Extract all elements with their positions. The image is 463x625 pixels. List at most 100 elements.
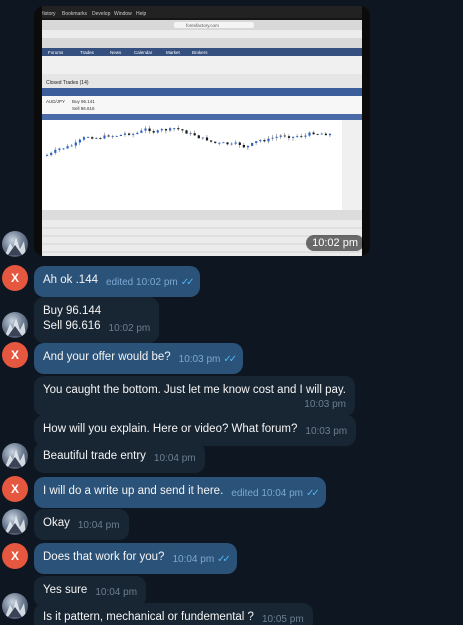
screen-menubar: History bbox=[40, 11, 56, 17]
candle-body bbox=[193, 133, 196, 136]
candle-body bbox=[271, 137, 274, 139]
candle-body bbox=[54, 149, 57, 153]
candle-body bbox=[123, 133, 127, 135]
candle-body bbox=[148, 128, 151, 132]
candle-body bbox=[251, 142, 254, 146]
message-time: 10:03 pm bbox=[304, 399, 346, 410]
candle-body bbox=[70, 145, 73, 147]
contact-avatar-initial[interactable]: X bbox=[2, 342, 28, 368]
svg-text:Bookmarks: Bookmarks bbox=[62, 11, 88, 17]
candle-body bbox=[189, 133, 192, 135]
edited-label: edited bbox=[231, 488, 259, 499]
message-bubble[interactable]: You caught the bottom. Just let me know … bbox=[34, 376, 355, 416]
read-check-icon: ✓✓ bbox=[306, 488, 320, 499]
screen-panel-title: Closed Trades (14) bbox=[46, 80, 89, 86]
candle-body bbox=[214, 141, 217, 143]
read-check-icon: ✓✓ bbox=[217, 554, 231, 565]
candle-body bbox=[111, 136, 114, 137]
candle-body bbox=[95, 138, 98, 139]
candle-body bbox=[279, 135, 282, 137]
candle-body bbox=[50, 152, 53, 156]
contact-avatar-initial[interactable]: X bbox=[2, 476, 28, 502]
message-bubble[interactable]: And your offer would be? 10:03 pm ✓✓ bbox=[34, 343, 244, 374]
candle-body bbox=[144, 128, 147, 131]
candle-body bbox=[152, 131, 155, 133]
candle-body bbox=[82, 137, 86, 140]
svg-text:AUD/JPY: AUD/JPY bbox=[46, 99, 65, 104]
message-bubble[interactable]: Ah ok .144 edited 10:02 pm ✓✓ bbox=[34, 266, 201, 297]
message-time: 10:03 pm bbox=[178, 354, 221, 365]
contact-avatar[interactable] bbox=[2, 443, 28, 469]
candle-body bbox=[234, 142, 237, 144]
contact-avatar[interactable] bbox=[2, 231, 28, 257]
candle-body bbox=[296, 136, 299, 138]
candle-body bbox=[169, 128, 172, 131]
svg-text:Help: Help bbox=[136, 11, 147, 17]
candle-body bbox=[62, 148, 65, 150]
svg-text:News: News bbox=[110, 50, 122, 55]
message-time: 10:05 pm bbox=[261, 614, 304, 625]
message-bubble[interactable]: Buy 96.144 Sell 96.616 10:02 pm bbox=[34, 297, 160, 343]
trading-screenshot-image: History Bookmarks Develop Window Help fo… bbox=[34, 6, 370, 256]
candle-body bbox=[218, 142, 221, 144]
candle-body bbox=[210, 140, 213, 142]
svg-text:Market: Market bbox=[166, 50, 181, 55]
candle-body bbox=[275, 136, 278, 138]
candle-body bbox=[205, 137, 209, 141]
candle-body bbox=[115, 135, 118, 137]
candle-body bbox=[308, 132, 311, 136]
photo-timestamp: 10:02 pm bbox=[306, 235, 364, 251]
candle-body bbox=[128, 133, 131, 135]
candle-body bbox=[46, 155, 49, 156]
message-time: 10:04 pm bbox=[172, 554, 215, 565]
message-bubble[interactable]: Okay 10:04 pm bbox=[34, 509, 129, 540]
candle-body bbox=[242, 144, 245, 148]
candle-body bbox=[201, 137, 204, 139]
photo-message[interactable]: History Bookmarks Develop Window Help fo… bbox=[34, 6, 370, 256]
candle-body bbox=[246, 145, 250, 148]
contact-avatar-initial[interactable]: X bbox=[2, 265, 28, 291]
candle-body bbox=[316, 134, 319, 136]
message-time: 10:04 pm bbox=[95, 587, 138, 598]
candle-body bbox=[226, 142, 229, 145]
svg-text:Sell 96.616: Sell 96.616 bbox=[72, 106, 95, 111]
contact-avatar-initial[interactable]: X bbox=[2, 543, 28, 569]
candle-body bbox=[230, 143, 233, 145]
candle-body bbox=[132, 133, 135, 135]
message-bubble[interactable]: I will do a write up and send it here. ed… bbox=[34, 477, 326, 508]
candle-body bbox=[140, 130, 143, 133]
svg-text:Window: Window bbox=[114, 11, 132, 17]
candle-body bbox=[287, 136, 291, 138]
read-check-icon: ✓✓ bbox=[180, 277, 195, 288]
candle-body bbox=[136, 132, 139, 134]
message-bubble[interactable]: Does that work for you? 10:04 pm ✓✓ bbox=[34, 543, 237, 574]
candle-body bbox=[312, 132, 315, 135]
candle-body bbox=[267, 138, 270, 142]
svg-text:Calendar: Calendar bbox=[134, 50, 153, 55]
candle-body bbox=[324, 133, 327, 136]
contact-avatar[interactable] bbox=[2, 593, 28, 619]
candle-body bbox=[300, 136, 303, 138]
svg-text:Brokers: Brokers bbox=[192, 50, 208, 55]
candle-body bbox=[74, 142, 77, 146]
contact-avatar[interactable] bbox=[2, 312, 28, 338]
candle-body bbox=[259, 140, 262, 142]
candle-body bbox=[292, 136, 295, 138]
screen-url: forexfactory.com bbox=[186, 23, 219, 28]
candle-body bbox=[173, 128, 176, 129]
candle-body bbox=[320, 133, 323, 135]
message-bubble[interactable]: Is it pattern, mechanical or fundemental… bbox=[34, 603, 313, 625]
contact-avatar[interactable] bbox=[2, 509, 28, 535]
message-bubble[interactable]: Beautiful trade entry 10:04 pm bbox=[34, 442, 205, 473]
candle-body bbox=[304, 135, 307, 137]
candle-body bbox=[103, 135, 106, 139]
message-time: 10:03 pm bbox=[305, 426, 348, 437]
candle-body bbox=[91, 137, 94, 139]
message-time: 10:04 pm bbox=[261, 488, 304, 499]
candle-body bbox=[119, 134, 122, 136]
candle-body bbox=[222, 142, 225, 144]
candle-body bbox=[328, 133, 332, 136]
candle-body bbox=[87, 137, 90, 138]
edited-label: edited bbox=[105, 277, 134, 288]
message-time: 10:02 pm bbox=[136, 277, 178, 288]
